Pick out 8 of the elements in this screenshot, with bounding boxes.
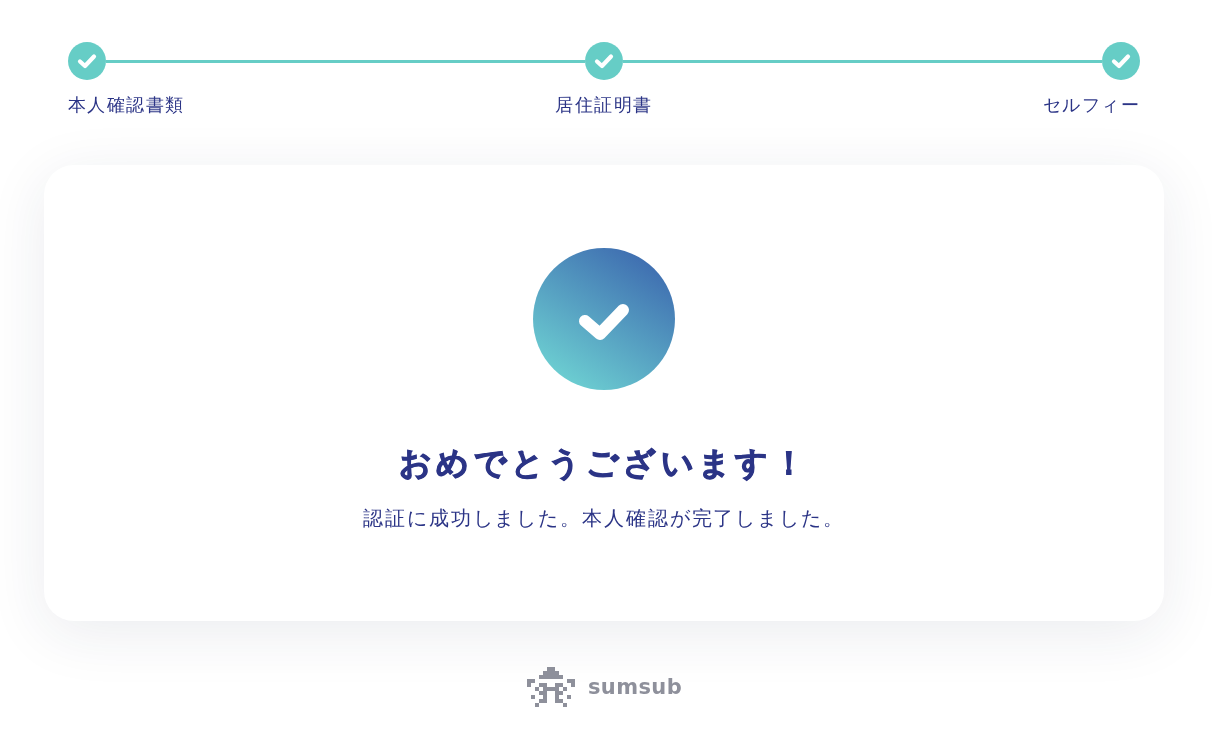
- pixel-logo-icon: [525, 667, 576, 707]
- success-message: 認証に成功しました。本人確認が完了しました。: [363, 505, 845, 531]
- success-title: おめでとうございます！: [398, 443, 810, 483]
- step-label: セルフィー: [1043, 95, 1140, 115]
- step-label: 居住証明書: [555, 95, 653, 115]
- brand-name: sumsub: [587, 674, 683, 700]
- success-check-icon: [533, 248, 675, 390]
- step-label: 本人確認書類: [68, 95, 185, 115]
